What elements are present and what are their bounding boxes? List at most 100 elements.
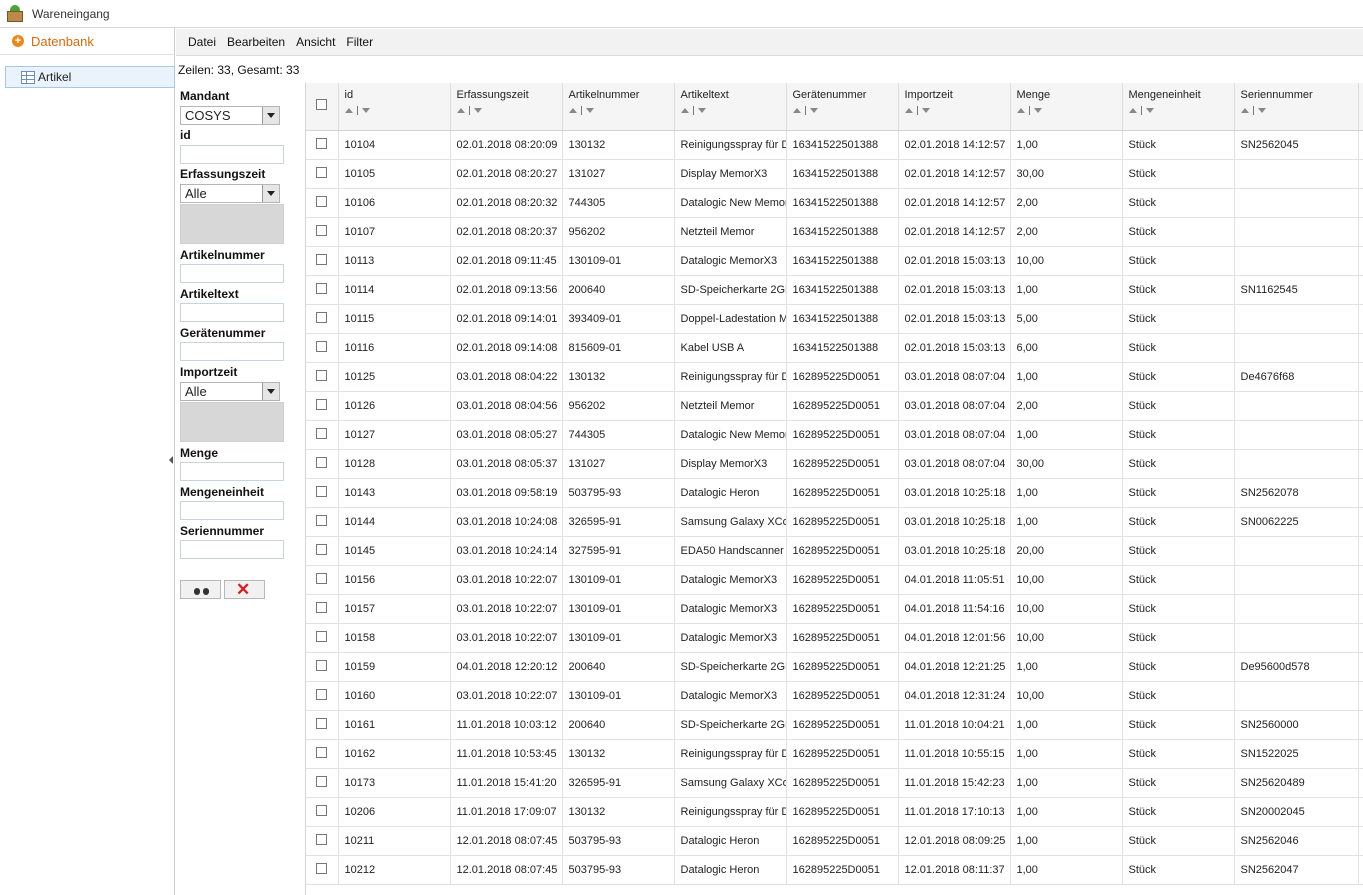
- table-row[interactable]: 10107 02.01.2018 08:20:37 956202 Netzteil M…: [306, 217, 1363, 247]
- row-checkbox[interactable]: [316, 166, 328, 178]
- row-checkbox-cell[interactable]: [306, 826, 339, 856]
- geraetenummer-filter-input[interactable]: [180, 342, 284, 361]
- sort-descending-icon[interactable]: [585, 108, 594, 113]
- importzeit-select[interactable]: Alle: [180, 382, 280, 401]
- table-row[interactable]: 10116 02.01.2018 09:14:08 815609-01 Kabel U…: [306, 333, 1363, 363]
- panel-collapse-handle[interactable]: [169, 446, 174, 476]
- row-checkbox[interactable]: [316, 659, 328, 671]
- table-row[interactable]: 10114 02.01.2018 09:13:56 200640 SD-Speiche…: [306, 275, 1363, 305]
- menge-filter-input[interactable]: [180, 462, 284, 481]
- row-checkbox-cell[interactable]: [306, 710, 339, 740]
- sort-ascending-icon[interactable]: [1016, 108, 1025, 113]
- row-checkbox-cell[interactable]: [306, 275, 339, 305]
- chevron-down-icon[interactable]: [262, 107, 279, 124]
- sort-descending-icon[interactable]: [473, 108, 482, 113]
- table-row[interactable]: 10160 03.01.2018 10:22:07 130109-01 Datalog…: [306, 681, 1363, 711]
- row-checkbox-cell[interactable]: [306, 623, 339, 653]
- row-checkbox[interactable]: [316, 804, 328, 816]
- row-checkbox[interactable]: [316, 340, 328, 352]
- row-checkbox[interactable]: [316, 543, 328, 555]
- row-checkbox[interactable]: [316, 224, 328, 236]
- sort-descending-icon[interactable]: [1033, 108, 1042, 113]
- sort-descending-icon[interactable]: [1257, 108, 1266, 113]
- sort-ascending-icon[interactable]: [792, 108, 801, 113]
- column-header[interactable]: Seriennummer: [1234, 83, 1359, 131]
- column-header[interactable]: Mengeneinheit: [1122, 83, 1235, 131]
- row-checkbox-cell[interactable]: [306, 188, 339, 218]
- artikeltext-filter-input[interactable]: [180, 303, 284, 322]
- row-checkbox-cell[interactable]: [306, 391, 339, 421]
- row-checkbox[interactable]: [316, 746, 328, 758]
- sort-descending-icon[interactable]: [1145, 108, 1154, 113]
- row-checkbox-cell[interactable]: [306, 304, 339, 334]
- column-header[interactable]: Gerätenummer: [786, 83, 899, 131]
- seriennummer-filter-input[interactable]: [180, 540, 284, 559]
- row-checkbox-cell[interactable]: [306, 855, 339, 885]
- row-checkbox[interactable]: [316, 253, 328, 265]
- row-checkbox-cell[interactable]: [306, 739, 339, 769]
- row-checkbox[interactable]: [316, 630, 328, 642]
- table-row[interactable]: 10159 04.01.2018 12:20:12 200640 SD-Speiche…: [306, 652, 1363, 682]
- row-checkbox[interactable]: [316, 311, 328, 323]
- erfassungszeit-select[interactable]: Alle: [180, 184, 280, 203]
- mandant-select[interactable]: COSYS: [180, 106, 280, 125]
- nav-header-datenbank[interactable]: + Datenbank: [0, 28, 174, 55]
- column-header[interactable]: Erfassungszeit: [450, 83, 563, 131]
- select-all-checkbox-cell[interactable]: [306, 83, 339, 131]
- row-checkbox[interactable]: [316, 398, 328, 410]
- table-row[interactable]: 10143 03.01.2018 09:58:19 503795-93 Datalog…: [306, 478, 1363, 508]
- sort-descending-icon[interactable]: [697, 108, 706, 113]
- row-checkbox-cell[interactable]: [306, 507, 339, 537]
- column-header[interactable]: Artikelnummer: [562, 83, 675, 131]
- row-checkbox[interactable]: [316, 427, 328, 439]
- row-checkbox[interactable]: [316, 137, 328, 149]
- row-checkbox[interactable]: [316, 514, 328, 526]
- artikelnummer-filter-input[interactable]: [180, 264, 284, 283]
- row-checkbox[interactable]: [316, 601, 328, 613]
- expand-plus-icon[interactable]: +: [12, 35, 24, 47]
- table-row[interactable]: 10128 03.01.2018 08:05:37 131027 Display Me…: [306, 449, 1363, 479]
- row-checkbox-cell[interactable]: [306, 246, 339, 276]
- column-header[interactable]: Menge: [1010, 83, 1123, 131]
- row-checkbox[interactable]: [316, 775, 328, 787]
- table-row[interactable]: 10211 12.01.2018 08:07:45 503795-93 Datalog…: [306, 826, 1363, 856]
- sort-ascending-icon[interactable]: [680, 108, 689, 113]
- table-row[interactable]: 10156 03.01.2018 10:22:07 130109-01 Datalog…: [306, 565, 1363, 595]
- table-row[interactable]: 10125 03.01.2018 08:04:22 130132 Reinigungs…: [306, 362, 1363, 392]
- sort-ascending-icon[interactable]: [568, 108, 577, 113]
- row-checkbox-cell[interactable]: [306, 565, 339, 595]
- table-row[interactable]: 10206 11.01.2018 17:09:07 130132 Reinigungs…: [306, 797, 1363, 827]
- row-checkbox-cell[interactable]: [306, 130, 339, 160]
- sort-ascending-icon[interactable]: [1240, 108, 1249, 113]
- menu-filter[interactable]: Filter: [346, 35, 373, 49]
- row-checkbox[interactable]: [316, 456, 328, 468]
- table-row[interactable]: 10144 03.01.2018 10:24:08 326595-91 Samsung…: [306, 507, 1363, 537]
- table-row[interactable]: 10106 02.01.2018 08:20:32 744305 Datalogic …: [306, 188, 1363, 218]
- chevron-down-icon[interactable]: [262, 185, 279, 202]
- row-checkbox[interactable]: [316, 485, 328, 497]
- row-checkbox[interactable]: [316, 369, 328, 381]
- row-checkbox[interactable]: [316, 688, 328, 700]
- column-header[interactable]: Artikeltext: [674, 83, 787, 131]
- table-row[interactable]: 10161 11.01.2018 10:03:12 200640 SD-Speiche…: [306, 710, 1363, 740]
- row-checkbox[interactable]: [316, 572, 328, 584]
- row-checkbox[interactable]: [316, 282, 328, 294]
- sort-ascending-icon[interactable]: [1128, 108, 1137, 113]
- menu-ansicht[interactable]: Ansicht: [296, 35, 335, 49]
- row-checkbox-cell[interactable]: [306, 652, 339, 682]
- clear-filter-button[interactable]: ✕: [224, 580, 265, 599]
- sort-descending-icon[interactable]: [809, 108, 818, 113]
- sort-descending-icon[interactable]: [921, 108, 930, 113]
- table-row[interactable]: 10113 02.01.2018 09:11:45 130109-01 Datalog…: [306, 246, 1363, 276]
- table-row[interactable]: 10104 02.01.2018 08:20:09 130132 Reinigungs…: [306, 130, 1363, 160]
- row-checkbox-cell[interactable]: [306, 768, 339, 798]
- column-header[interactable]: id: [338, 83, 451, 131]
- column-header[interactable]: Importzeit: [898, 83, 1011, 131]
- row-checkbox-cell[interactable]: [306, 217, 339, 247]
- row-checkbox-cell[interactable]: [306, 362, 339, 392]
- nav-item-artikel[interactable]: Artikel: [5, 66, 175, 88]
- chevron-down-icon[interactable]: [262, 383, 279, 400]
- row-checkbox-cell[interactable]: [306, 449, 339, 479]
- row-checkbox-cell[interactable]: [306, 420, 339, 450]
- table-row[interactable]: 10212 12.01.2018 08:07:45 503795-93 Datalog…: [306, 855, 1363, 885]
